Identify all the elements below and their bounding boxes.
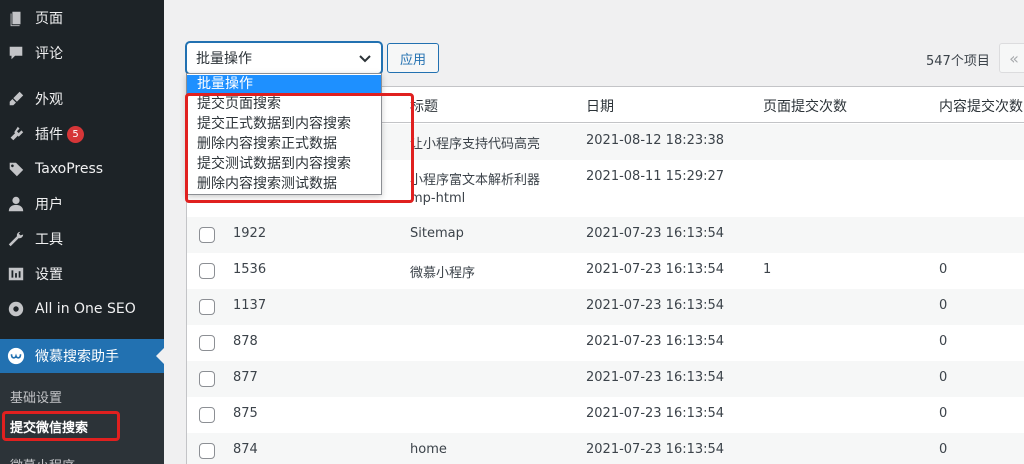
row-content-count: 0 xyxy=(939,442,948,457)
row-checkbox[interactable] xyxy=(199,335,215,351)
sidebar-item-tools[interactable]: 工具 xyxy=(0,222,164,256)
row-title[interactable]: home xyxy=(410,442,447,457)
sidebar-item-pages[interactable]: 页面 xyxy=(0,1,164,35)
row-date: 2021-07-23 16:13:54 xyxy=(586,226,725,241)
row-title-line2[interactable]: mp-html xyxy=(410,191,465,206)
apply-button[interactable]: 应用 xyxy=(387,43,439,73)
row-content-count: 0 xyxy=(939,262,948,277)
sidebar-item-label: 评论 xyxy=(35,46,63,62)
sidebar-item-users[interactable]: 用户 xyxy=(0,187,164,221)
brush-icon xyxy=(6,89,26,109)
row-title[interactable]: 小程序富文本解析利器 xyxy=(410,169,540,188)
row-title[interactable]: 微慕小程序 xyxy=(410,262,475,281)
sidebar-item-taxopress[interactable]: TaxoPress xyxy=(0,152,164,186)
settings-icon xyxy=(6,264,26,284)
table-row: 878 2021-07-23 16:13:54 0 xyxy=(187,325,1024,361)
table-row: 875 2021-07-23 16:13:54 0 xyxy=(187,397,1024,433)
column-content-submit-count[interactable]: 内容提交次数 xyxy=(939,96,1023,116)
table-row: 874 home 2021-07-23 16:13:54 0 xyxy=(187,433,1024,464)
row-id: 877 xyxy=(233,370,258,385)
page-icon xyxy=(6,8,26,28)
table-row: 877 2021-07-23 16:13:54 0 xyxy=(187,361,1024,397)
row-id: 875 xyxy=(233,406,258,421)
admin-sidebar: 页面 评论 外观 插件 5 TaxoPress 用户 工具 设置 All in … xyxy=(0,0,164,464)
weimu-icon xyxy=(6,346,26,366)
current-menu-arrow xyxy=(156,348,164,364)
main-content: 批量操作 应用 547个项目 « 标题 日期 页面提交次数 内容提交次数 让小程… xyxy=(164,0,1024,464)
sidebar-item-label: 页面 xyxy=(35,11,63,27)
wrench-icon xyxy=(6,229,26,249)
dropdown-option-bulk-actions[interactable]: 批量操作 xyxy=(187,75,381,94)
bulk-action-select[interactable]: 批量操作 xyxy=(186,42,382,74)
sidebar-item-appearance[interactable]: 外观 xyxy=(0,82,164,116)
row-title[interactable]: Sitemap xyxy=(410,226,464,241)
column-date[interactable]: 日期 xyxy=(586,96,614,116)
row-checkbox[interactable] xyxy=(199,443,215,459)
row-checkbox[interactable] xyxy=(199,371,215,387)
row-content-count: 0 xyxy=(939,334,948,349)
column-page-submit-count[interactable]: 页面提交次数 xyxy=(763,96,847,116)
row-content-count: 0 xyxy=(939,298,948,313)
submenu-item-basic-settings[interactable]: 基础设置 xyxy=(10,387,62,406)
sidebar-item-label: 外观 xyxy=(35,92,63,108)
table-row: 1922 Sitemap 2021-07-23 16:13:54 xyxy=(187,217,1024,253)
sidebar-item-label: 工具 xyxy=(35,232,63,248)
row-date: 2021-07-23 16:13:54 xyxy=(586,406,725,421)
seo-icon xyxy=(6,299,26,319)
row-title[interactable]: 让小程序支持代码高亮 xyxy=(410,133,540,152)
highlight-box xyxy=(2,411,120,441)
bulk-action-value: 批量操作 xyxy=(196,51,252,67)
sidebar-item-label: TaxoPress xyxy=(35,161,104,177)
sidebar-item-label: 插件 xyxy=(35,127,63,143)
highlight-box xyxy=(185,93,414,203)
row-id: 874 xyxy=(233,442,258,457)
row-id: 878 xyxy=(233,334,258,349)
row-checkbox[interactable] xyxy=(199,263,215,279)
row-content-count: 0 xyxy=(939,370,948,385)
user-icon xyxy=(6,194,26,214)
submenu-item-weimu-miniprogram[interactable]: 微慕小程序 xyxy=(10,455,75,464)
row-date: 2021-07-23 16:13:54 xyxy=(586,262,725,277)
plugin-icon xyxy=(6,124,26,144)
row-date: 2021-07-23 16:13:54 xyxy=(586,370,725,385)
row-date: 2021-08-12 18:23:38 xyxy=(586,133,725,148)
item-count: 547个项目 xyxy=(926,54,990,69)
row-checkbox[interactable] xyxy=(199,407,215,423)
table-row: 1536 微慕小程序 2021-07-23 16:13:54 1 0 xyxy=(187,253,1024,289)
sidebar-item-label: All in One SEO xyxy=(35,301,136,317)
row-date: 2021-08-11 15:29:27 xyxy=(586,169,725,184)
first-page-button[interactable]: « xyxy=(999,43,1024,73)
sidebar-item-comments[interactable]: 评论 xyxy=(0,36,164,70)
sidebar-item-plugins[interactable]: 插件 5 xyxy=(0,117,164,151)
row-checkbox[interactable] xyxy=(199,227,215,243)
row-checkbox[interactable] xyxy=(199,299,215,315)
row-date: 2021-07-23 16:13:54 xyxy=(586,298,725,313)
row-id: 1536 xyxy=(233,262,267,277)
column-title[interactable]: 标题 xyxy=(410,96,438,116)
sidebar-item-label: 微慕搜索助手 xyxy=(35,349,119,365)
row-page-count: 1 xyxy=(763,262,772,277)
sidebar-item-weimu-search[interactable]: 微慕搜索助手 xyxy=(0,339,164,373)
row-id: 1137 xyxy=(233,298,267,313)
row-date: 2021-07-23 16:13:54 xyxy=(586,442,725,457)
update-count-badge: 5 xyxy=(67,125,84,143)
chevron-down-icon xyxy=(359,55,371,63)
sidebar-item-label: 设置 xyxy=(35,267,63,283)
comment-icon xyxy=(6,43,26,63)
row-id: 1922 xyxy=(233,226,267,241)
tag-icon xyxy=(6,159,26,179)
table-row: 1137 2021-07-23 16:13:54 0 xyxy=(187,289,1024,325)
sidebar-item-aioseo[interactable]: All in One SEO xyxy=(0,292,164,326)
sidebar-item-settings[interactable]: 设置 xyxy=(0,257,164,291)
row-content-count: 0 xyxy=(939,406,948,421)
row-date: 2021-07-23 16:13:54 xyxy=(586,334,725,349)
sidebar-item-label: 用户 xyxy=(35,197,63,213)
